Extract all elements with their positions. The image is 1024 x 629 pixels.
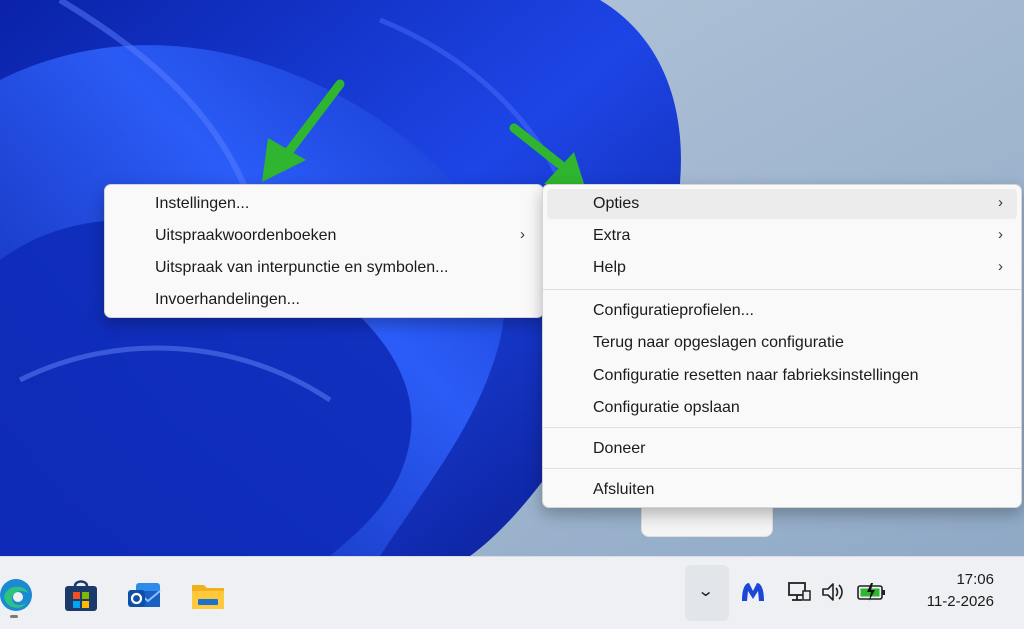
menu-item-opties[interactable]: Opties ›	[547, 189, 1017, 219]
battery-icon[interactable]	[856, 579, 888, 605]
file-explorer-icon[interactable]	[190, 577, 226, 613]
menu-item-label: Opties	[593, 195, 640, 212]
network-icon[interactable]	[786, 579, 812, 605]
clock-time: 17:06	[956, 571, 994, 588]
menu-item-doneer[interactable]: Doneer	[547, 434, 1017, 464]
menu-item-label: Help	[593, 259, 626, 276]
menu-item-label: Instellingen...	[155, 195, 250, 212]
chevron-right-icon: ›	[998, 258, 1003, 275]
menu-item-label: Invoerhandelingen...	[155, 291, 300, 308]
chevron-right-icon: ›	[998, 194, 1003, 211]
show-hidden-icons-button[interactable]: ⌄	[685, 565, 729, 621]
menu-separator	[543, 468, 1021, 469]
menu-item-configuratieprofielen[interactable]: Configuratieprofielen...	[547, 296, 1017, 326]
edge-icon[interactable]	[0, 577, 34, 618]
outlook-icon[interactable]	[126, 577, 162, 613]
chevron-right-icon: ›	[998, 226, 1003, 243]
menu-item-extra[interactable]: Extra ›	[547, 221, 1017, 251]
menu-item-terug-naar-opgeslagen[interactable]: Terug naar opgeslagen configuratie	[547, 328, 1017, 358]
menu-item-uitspraakwoordenboeken[interactable]: Uitspraakwoordenboeken ›	[109, 221, 539, 251]
menu-item-label: Doneer	[593, 440, 646, 457]
chevron-right-icon: ›	[520, 226, 525, 243]
menu-item-label: Extra	[593, 227, 631, 244]
menu-item-label: Afsluiten	[593, 481, 655, 498]
menu-item-label: Uitspraakwoordenboeken	[155, 227, 337, 244]
menu-item-invoerhandelingen[interactable]: Invoerhandelingen...	[109, 285, 539, 315]
menu-separator	[543, 289, 1021, 290]
menu-item-afsluiten[interactable]: Afsluiten	[547, 475, 1017, 505]
menu-item-help[interactable]: Help ›	[547, 253, 1017, 283]
menu-item-label: Configuratieprofielen...	[593, 302, 754, 319]
menu-item-label: Terug naar opgeslagen configuratie	[593, 334, 844, 351]
system-clock[interactable]: 17:06 11-2-2026	[927, 569, 994, 613]
microsoft-store-icon[interactable]	[63, 577, 99, 613]
menu-item-label: Uitspraak van interpunctie en symbolen..…	[155, 259, 449, 276]
menu-item-label: Configuratie opslaan	[593, 399, 740, 416]
submenu-opties: Instellingen... Uitspraakwoordenboeken ›…	[104, 184, 544, 318]
menu-item-configuratie-opslaan[interactable]: Configuratie opslaan	[547, 393, 1017, 423]
taskbar: ⌄ 17:06 11-2-2026	[0, 556, 1024, 629]
chevron-down-icon: ⌄	[696, 583, 715, 600]
menu-separator	[543, 427, 1021, 428]
menu-item-configuratie-resetten[interactable]: Configuratie resetten naar fabrieksinste…	[547, 361, 1017, 391]
volume-icon[interactable]	[820, 579, 846, 605]
menu-item-label: Configuratie resetten naar fabrieksinste…	[593, 367, 919, 384]
nvda-context-menu: Opties › Extra › Help › Configuratieprof…	[542, 184, 1022, 508]
menu-item-interpunctie[interactable]: Uitspraak van interpunctie en symbolen..…	[109, 253, 539, 283]
clock-date: 11-2-2026	[926, 593, 994, 610]
desktop: Instellingen... Uitspraakwoordenboeken ›…	[0, 0, 1024, 556]
menu-item-instellingen[interactable]: Instellingen...	[109, 189, 539, 219]
malwarebytes-icon[interactable]	[740, 579, 766, 605]
